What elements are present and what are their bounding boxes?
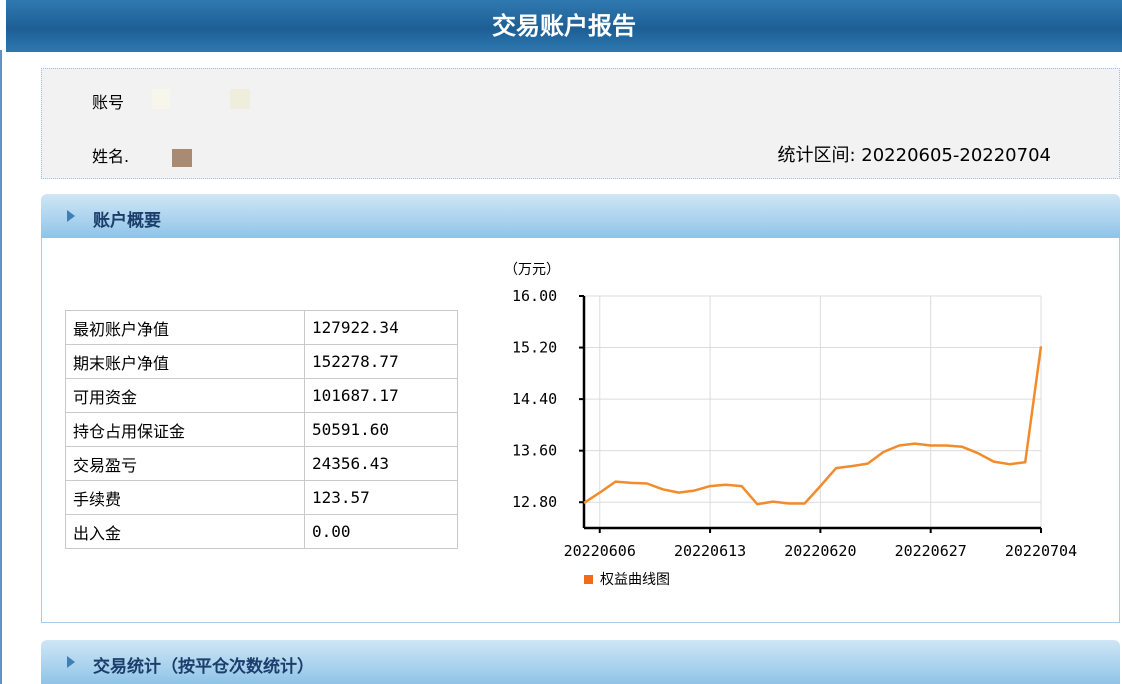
summary-label: 手续费 <box>65 480 305 515</box>
y-tick-label: 16.00 <box>512 287 557 305</box>
expand-arrow-icon <box>67 210 75 222</box>
summary-value: 123.57 <box>304 480 458 515</box>
name-mask <box>172 149 192 167</box>
summary-value: 0.00 <box>304 514 458 549</box>
table-row: 期末账户净值 152278.77 <box>65 344 458 379</box>
account-info-box: 账号 姓名. 统计区间: 20220605-20220704 <box>41 68 1120 179</box>
x-tick-label: 20220620 <box>784 542 856 560</box>
summary-label: 持仓占用保证金 <box>65 412 305 447</box>
equity-series-line <box>583 346 1043 506</box>
x-tick-label: 20220627 <box>895 542 967 560</box>
account-label: 账号 <box>92 93 125 112</box>
x-tick-label: 20220704 <box>1005 542 1077 560</box>
account-mask <box>152 89 170 109</box>
summary-label: 出入金 <box>65 514 305 549</box>
report-title: 交易账户报告 <box>492 12 636 40</box>
section-title: 交易统计（按平仓次数统计） <box>93 657 314 677</box>
summary-label: 交易盈亏 <box>65 446 305 481</box>
table-row: 最初账户净值 127922.34 <box>65 310 458 345</box>
legend-marker-icon <box>584 575 593 584</box>
account-summary-table: 最初账户净值 127922.34 期末账户净值 152278.77 可用资金 1… <box>65 310 458 549</box>
period-value: 20220605-20220704 <box>861 145 1051 166</box>
page-left-border <box>0 50 2 684</box>
legend-label: 权益曲线图 <box>600 572 670 588</box>
summary-value: 24356.43 <box>304 446 458 481</box>
table-row: 手续费 123.57 <box>65 480 458 515</box>
report-title-bar: 交易账户报告 <box>6 0 1122 52</box>
y-tick-label: 14.40 <box>512 390 557 408</box>
summary-label: 可用资金 <box>65 378 305 413</box>
x-tick-label: 20220606 <box>564 542 636 560</box>
y-tick-label: 13.60 <box>512 442 557 460</box>
equity-curve-chart: （万元） 16.00 15.20 14.40 13.60 12.80 20220606 202… <box>504 262 1077 588</box>
y-tick-label: 15.20 <box>512 339 557 357</box>
name-label: 姓名. <box>92 147 130 166</box>
chart-unit-label: （万元） <box>504 262 560 278</box>
summary-value: 127922.34 <box>304 310 458 345</box>
table-row: 可用资金 101687.17 <box>65 378 458 413</box>
section-header-account-overview[interactable]: 账户概要 <box>41 194 1120 238</box>
table-row: 交易盈亏 24356.43 <box>65 446 458 481</box>
section-title: 账户概要 <box>93 211 161 231</box>
table-row: 持仓占用保证金 50591.60 <box>65 412 458 447</box>
expand-arrow-icon <box>67 656 75 668</box>
statistics-period: 统计区间: 20220605-20220704 <box>777 141 1051 167</box>
y-tick-label: 12.80 <box>512 493 557 511</box>
section-header-trade-statistics[interactable]: 交易统计（按平仓次数统计） <box>41 640 1120 684</box>
summary-value: 101687.17 <box>304 378 458 413</box>
summary-label: 最初账户净值 <box>65 310 305 345</box>
account-mask <box>230 89 250 109</box>
table-row: 出入金 0.00 <box>65 514 458 549</box>
period-label: 统计区间: <box>777 145 856 166</box>
x-tick-label: 20220613 <box>674 542 746 560</box>
summary-value: 50591.60 <box>304 412 458 447</box>
summary-label: 期末账户净值 <box>65 344 305 379</box>
summary-value: 152278.77 <box>304 344 458 379</box>
